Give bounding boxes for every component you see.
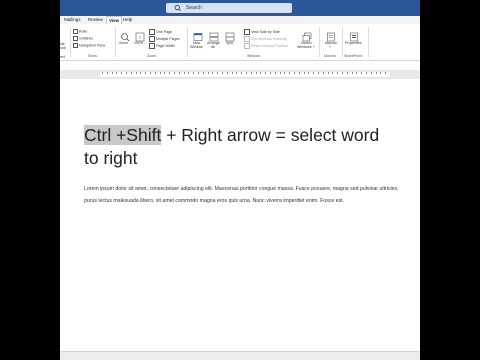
group-label-macros: Macros	[324, 54, 336, 58]
side-by-side-icon	[244, 29, 250, 35]
separator	[115, 27, 116, 57]
one-page-button[interactable]: One Page	[149, 29, 172, 35]
separator	[319, 27, 320, 57]
tab-help[interactable]: Help	[121, 16, 134, 24]
multiple-pages-button[interactable]: Multiple Pages	[149, 36, 180, 42]
reset-window-position-button[interactable]: Reset Window Position	[244, 43, 288, 49]
search-box[interactable]: Search	[166, 3, 292, 13]
ribbon-tabs: Mailings Review View Help	[60, 16, 420, 25]
separator	[368, 27, 369, 57]
checkbox-icon	[73, 36, 78, 41]
macros-label-2: ˅	[329, 45, 332, 49]
group-label-show: Show	[88, 54, 97, 58]
group-label-zoom: Zoom	[147, 54, 157, 58]
checkbox-icon	[73, 29, 78, 34]
ribbon: ide ook ext Ruler Gridlines Navigation P…	[60, 24, 420, 61]
checkbox-icon	[73, 43, 78, 48]
left-fragment-2: ook	[60, 46, 66, 50]
separator	[70, 27, 71, 57]
reset-window-icon	[244, 43, 250, 49]
document-body-paragraph[interactable]: Lorem ipsum dolor sit amet, consectetuer…	[84, 183, 404, 207]
page-width-icon	[149, 43, 155, 49]
document-heading[interactable]: Ctrl +Shift + Right arrow = select word …	[84, 124, 384, 170]
page-width-button[interactable]: Page Width	[149, 43, 175, 49]
svg-text:1: 1	[139, 35, 142, 40]
multiple-pages-icon	[149, 36, 155, 42]
synchronous-scrolling-button[interactable]: Synchronous Scrolling	[244, 36, 287, 42]
gridlines-checkbox[interactable]: Gridlines	[73, 36, 93, 41]
switch-windows-label-2: Windows ˅	[297, 45, 315, 49]
tab-mailings[interactable]: Mailings	[62, 16, 83, 24]
selected-text[interactable]: Ctrl +Shift	[84, 125, 162, 145]
title-bar: Search	[60, 0, 420, 16]
tab-review[interactable]: Review	[86, 16, 105, 24]
document-page[interactable]: Ctrl +Shift + Right arrow = select word …	[60, 79, 420, 351]
status-bar	[60, 351, 420, 360]
left-fragment-3: ext	[60, 55, 65, 59]
group-label-window: Window	[247, 54, 260, 58]
split-label: Split	[226, 41, 233, 45]
new-window-label-2: Window	[190, 45, 203, 49]
ruler-checkbox[interactable]: Ruler	[73, 29, 88, 34]
sync-scroll-icon	[244, 36, 250, 42]
one-page-icon	[149, 29, 155, 35]
group-label-sharepoint: SharePoint	[344, 54, 362, 58]
separator	[342, 27, 343, 57]
zoom-label: Zoom	[119, 41, 129, 45]
separator	[187, 27, 188, 57]
search-icon	[174, 4, 181, 12]
search-placeholder: Search	[186, 5, 202, 11]
navigation-pane-checkbox[interactable]: Navigation Pane	[73, 43, 105, 48]
word-window: Search Mailings Review View Help ide ook…	[60, 0, 420, 360]
properties-label: Properties	[345, 41, 362, 45]
view-side-by-side-button[interactable]: View Side by Side	[244, 29, 280, 35]
arrange-all-label-2: All	[211, 45, 215, 49]
zoom-100-label: 100%	[134, 41, 144, 45]
